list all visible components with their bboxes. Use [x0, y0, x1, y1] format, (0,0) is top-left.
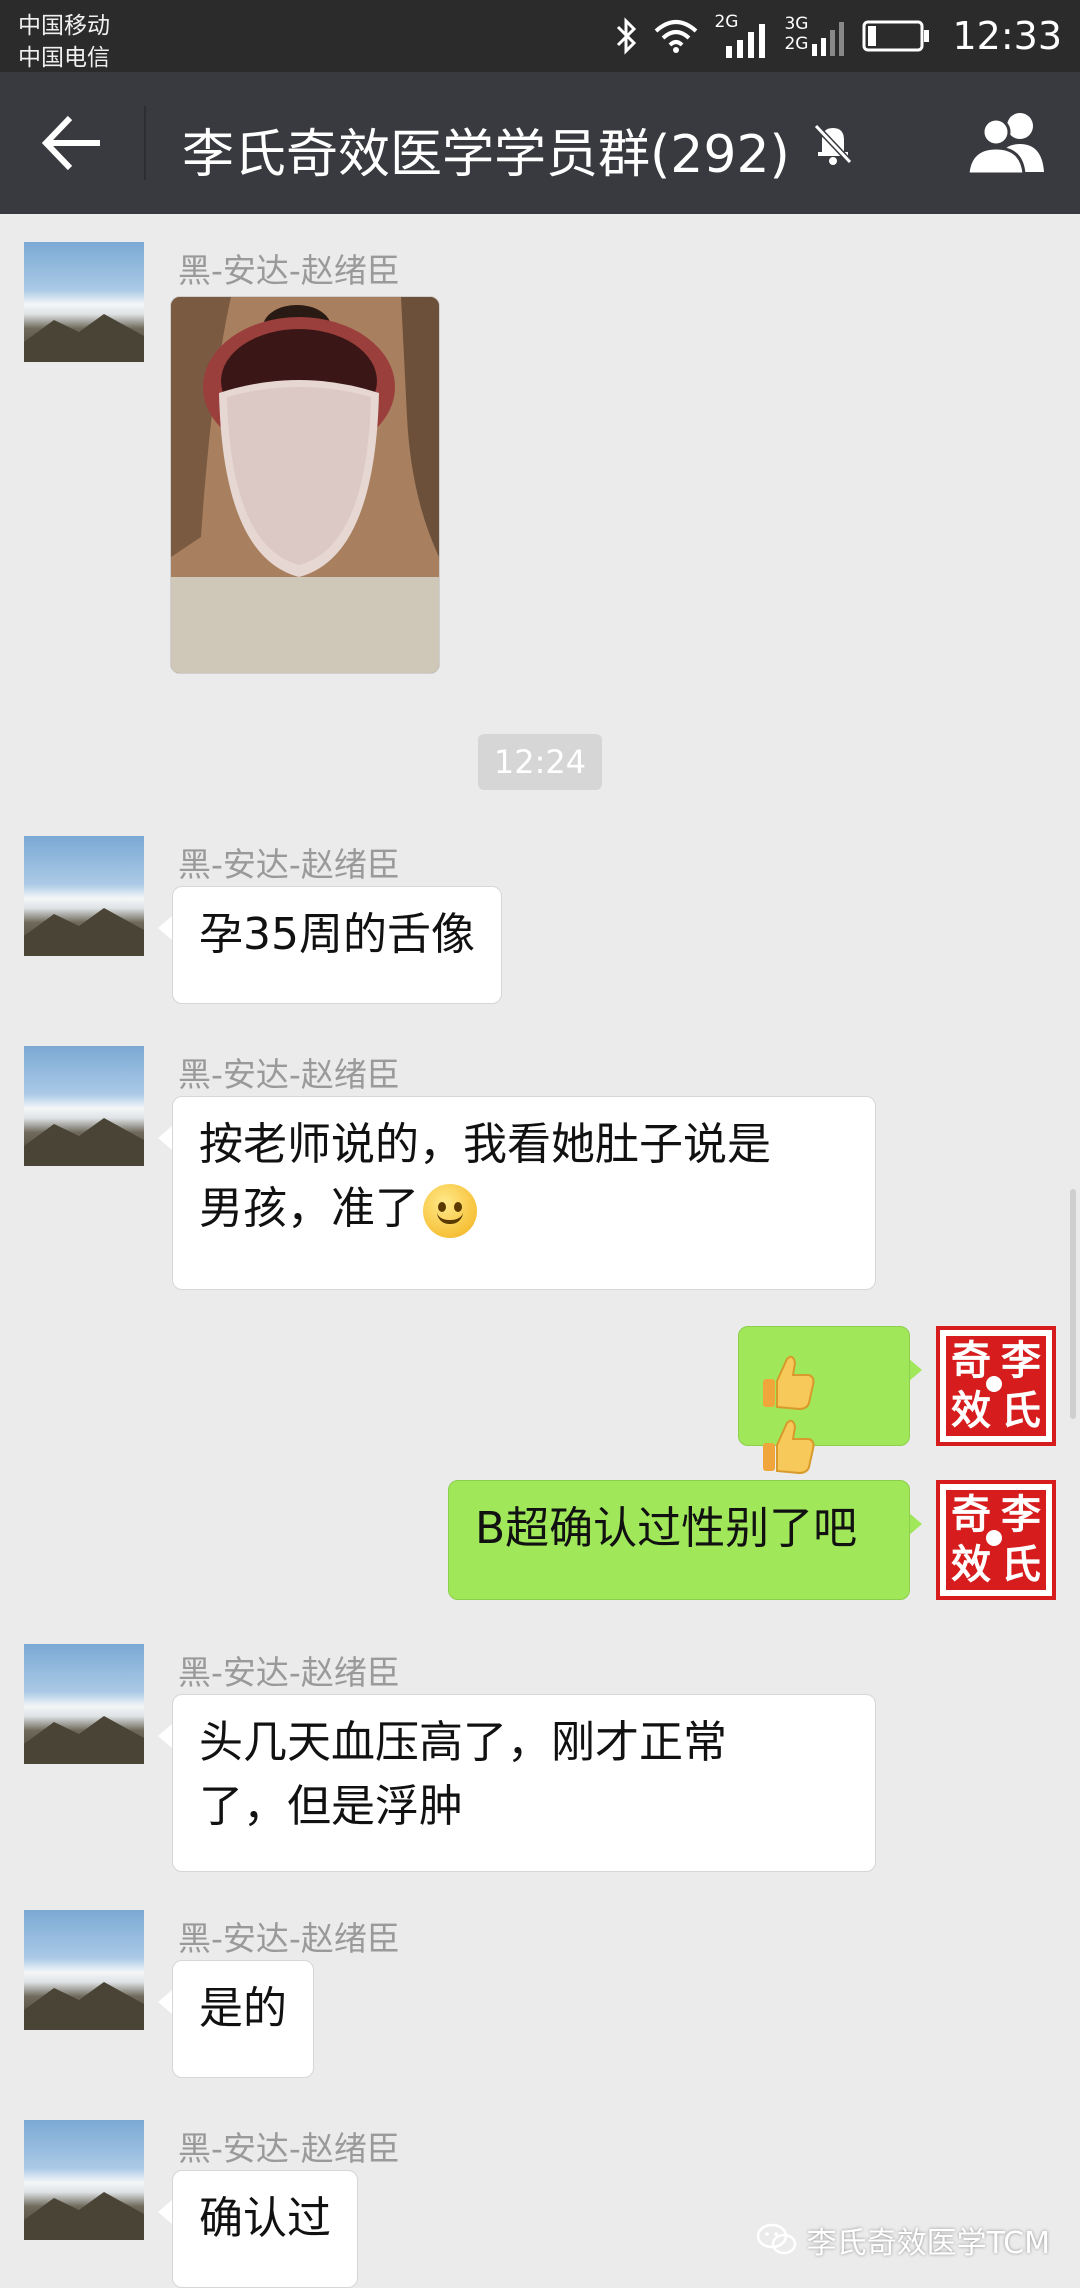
yin-yang-icon	[984, 1374, 1004, 1394]
clock: 12:33	[952, 14, 1062, 58]
bubble-tail	[908, 1512, 922, 1536]
group-members-button[interactable]	[964, 110, 1050, 176]
tongue-photo-image[interactable]	[170, 296, 440, 674]
sender-avatar[interactable]	[24, 1644, 144, 1764]
self-avatar-seal[interactable]: 奇 李 效 氏	[936, 1326, 1056, 1446]
battery-icon	[862, 20, 930, 52]
bubble-tail	[158, 1990, 172, 2014]
thumbs-up-icon	[763, 1419, 815, 1475]
message-bubble[interactable]: 头几天血压高了，刚才正常 了，但是浮肿	[172, 1694, 876, 1872]
watermark-text: 李氏奇效医学TCM	[806, 2226, 1050, 2261]
sender-name: 黑-安达-赵绪臣	[178, 845, 400, 884]
back-arrow-icon	[41, 115, 100, 171]
carrier-name-1: 中国移动	[18, 13, 110, 39]
message-text-line-2: 男孩，准了	[199, 1177, 849, 1241]
sender-avatar[interactable]	[24, 1046, 144, 1166]
message-bubble[interactable]: 按老师说的，我看她肚子说是 男孩，准了	[172, 1096, 876, 1290]
self-avatar-seal[interactable]: 奇 李 效 氏	[936, 1480, 1056, 1600]
thumbs-up-icon	[763, 1355, 815, 1411]
yin-yang-icon	[984, 1528, 1004, 1548]
sender-name: 黑-安达-赵绪臣	[178, 1919, 400, 1958]
mute-bell-icon	[813, 123, 853, 165]
chat-message-list[interactable]: 黑-安达-赵绪臣 12:24 黑-安达-赵绪臣 孕35周的舌像 黑-安达-赵绪臣…	[0, 214, 1080, 2288]
sender-name: 黑-安达-赵绪臣	[178, 251, 400, 290]
message-bubble[interactable]: B超确认过性别了吧	[448, 1480, 910, 1600]
sender-avatar[interactable]	[24, 836, 144, 956]
message-text-line-1: 按老师说的，我看她肚子说是	[199, 1119, 771, 1170]
scrollbar[interactable]	[1070, 1189, 1076, 1419]
bubble-tail	[158, 916, 172, 940]
message-text-line-1: 头几天血压高了，刚才正常	[199, 1717, 727, 1768]
status-bar: 中国移动 中国电信 2G 3G 2G 12:33	[0, 0, 1080, 72]
signal-1-icon: 2G	[714, 14, 768, 58]
smile-emoji-icon	[423, 1184, 477, 1238]
watermark: 李氏奇效医学TCM	[756, 2218, 1050, 2262]
bubble-tail	[908, 1358, 922, 1382]
sender-avatar[interactable]	[24, 1910, 144, 2030]
signal-2-icon: 3G 2G	[784, 14, 846, 58]
bubble-tail	[158, 1126, 172, 1150]
sender-name: 黑-安达-赵绪臣	[178, 2129, 400, 2168]
timestamp-divider: 12:24	[478, 734, 602, 790]
carrier-name-2: 中国电信	[18, 45, 110, 71]
bluetooth-icon	[617, 17, 637, 55]
wechat-logo-icon	[756, 2223, 796, 2255]
sender-avatar[interactable]	[24, 242, 144, 362]
bubble-tail	[158, 1724, 172, 1748]
message-bubble[interactable]: 是的	[172, 1960, 314, 2078]
bubble-tail	[158, 2200, 172, 2224]
chat-title-bar: 李氏奇效医学学员群(292)	[0, 72, 1080, 214]
sender-avatar[interactable]	[24, 2120, 144, 2240]
back-button[interactable]	[38, 112, 108, 174]
network-type-2-top: 3G	[784, 14, 809, 34]
chat-title: 李氏奇效医学学员群(292)	[182, 125, 790, 185]
network-type-2-bottom: 2G	[784, 34, 809, 54]
message-text-line-2: 了，但是浮肿	[199, 1781, 463, 1832]
wifi-icon	[655, 20, 698, 53]
sender-name: 黑-安达-赵绪臣	[178, 1055, 400, 1094]
title-divider	[144, 106, 146, 180]
message-bubble[interactable]: 确认过	[172, 2170, 358, 2288]
message-bubble[interactable]	[738, 1326, 910, 1475]
message-bubble[interactable]: 孕35周的舌像	[172, 886, 502, 1004]
group-members-icon	[966, 113, 1044, 176]
sender-name: 黑-安达-赵绪臣	[178, 1653, 400, 1692]
